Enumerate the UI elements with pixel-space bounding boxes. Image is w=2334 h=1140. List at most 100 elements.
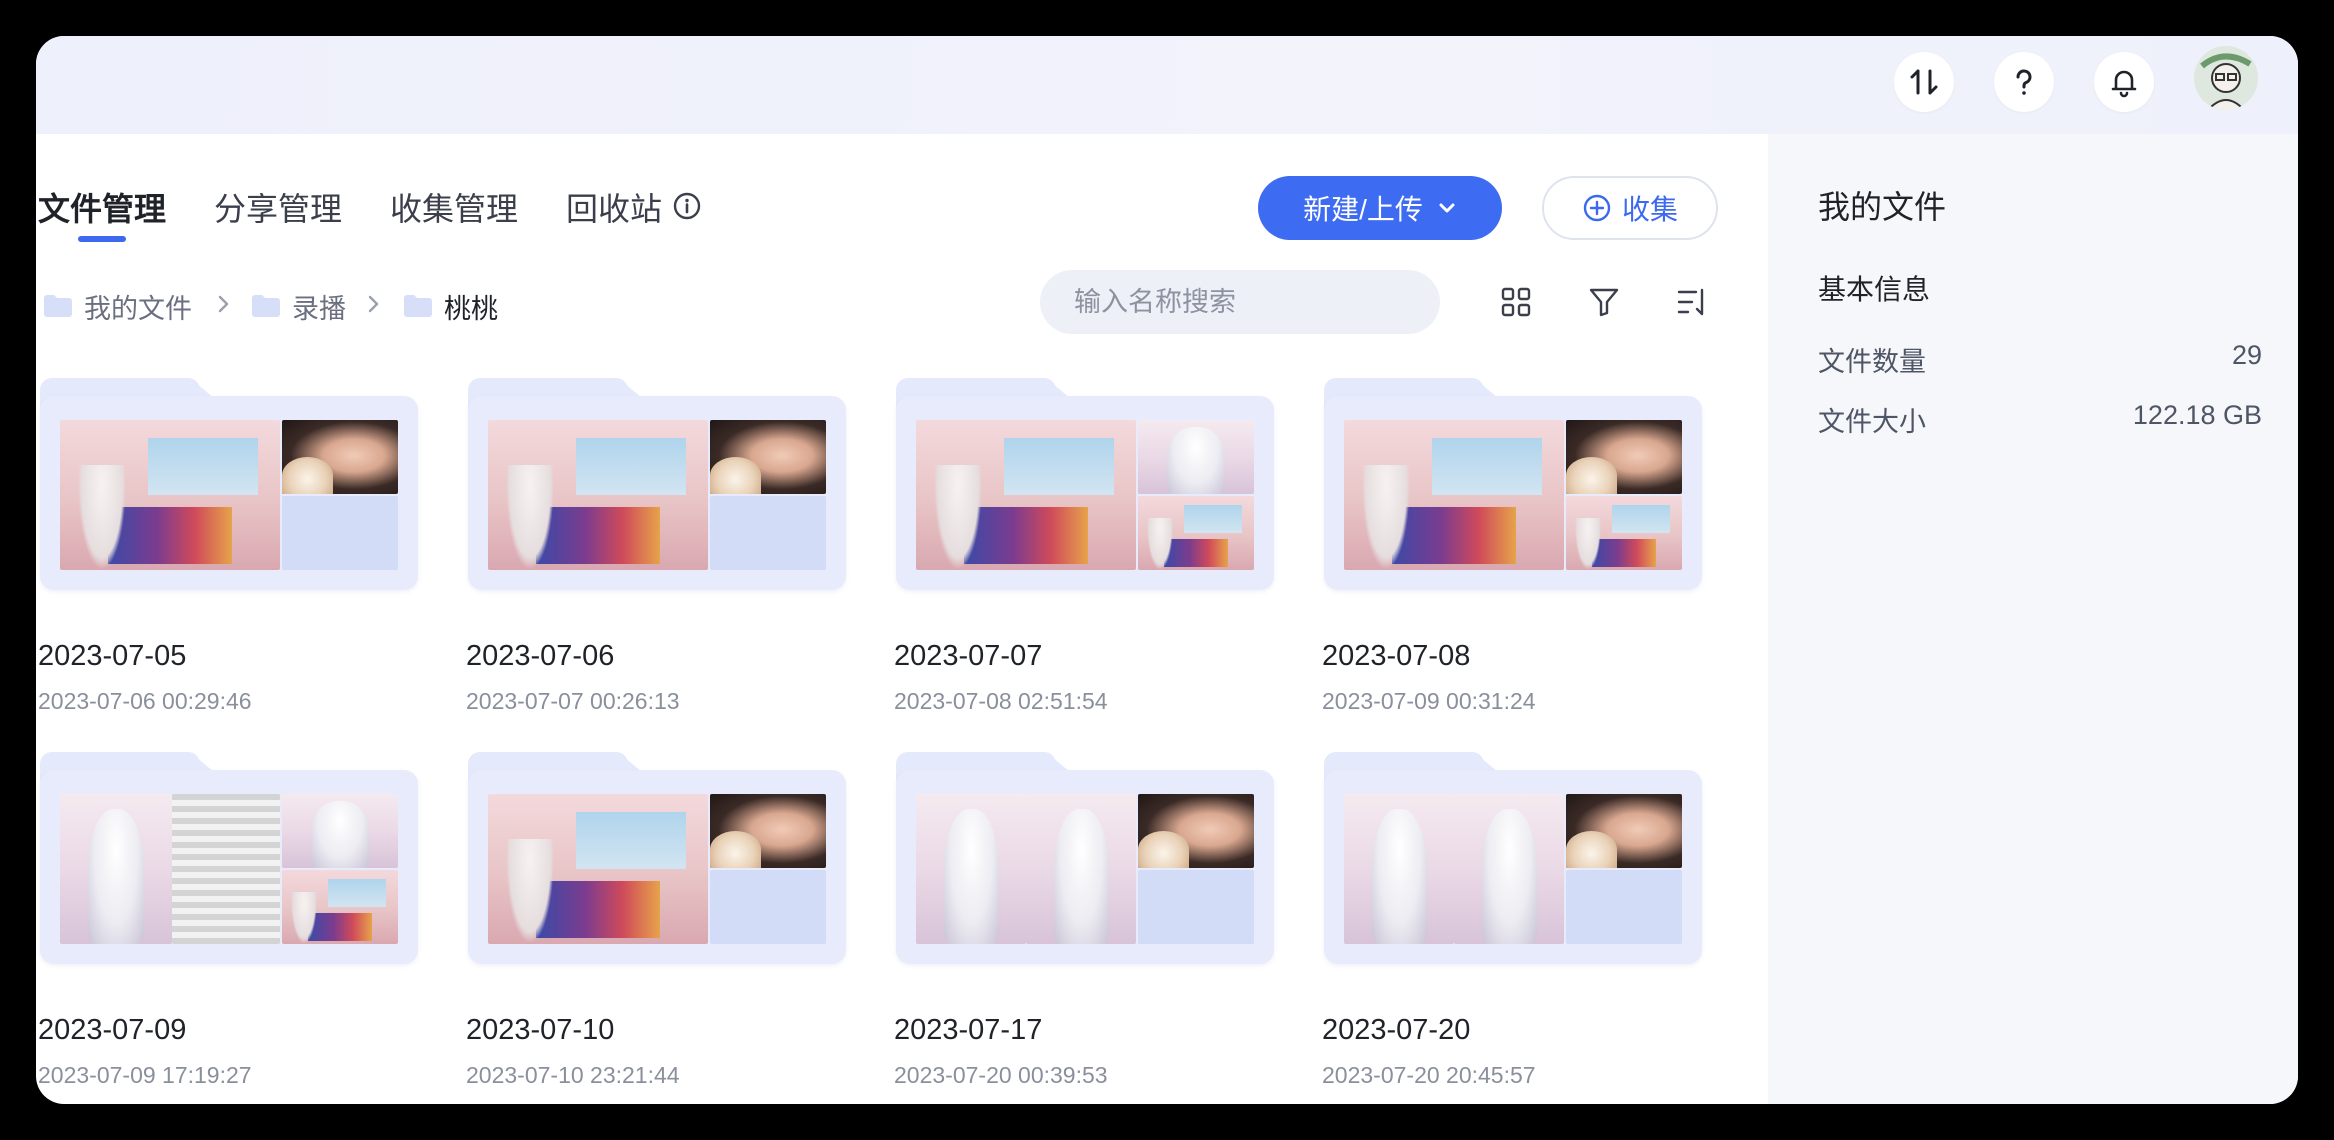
folder-thumbnail	[60, 794, 172, 944]
collect-label: 收集	[1621, 194, 1678, 225]
folder-thumbnail	[282, 870, 398, 944]
folder-thumbnail	[1566, 794, 1682, 868]
new-upload-button[interactable]: 新建/上传	[1258, 176, 1502, 240]
folder-icon	[404, 295, 432, 317]
folder-thumbnail	[1454, 794, 1564, 944]
tab-file-management[interactable]: 文件管理	[38, 184, 166, 230]
folder-thumbnail	[488, 794, 708, 944]
search-input[interactable]	[1072, 285, 1430, 319]
folder-card[interactable]	[1324, 378, 1702, 624]
folder-thumbnail	[916, 420, 1136, 570]
folder-card[interactable]	[40, 378, 418, 624]
folder-thumbnail	[1566, 420, 1682, 494]
folder-body	[1324, 396, 1702, 590]
breadcrumb-label: 录播	[292, 293, 346, 324]
folder-body	[896, 396, 1274, 590]
folder-body	[468, 396, 846, 590]
breadcrumb-item-recordings[interactable]: 录播	[252, 286, 346, 326]
folder-name[interactable]: 2023-07-07	[894, 640, 1042, 673]
dog-overlay	[1566, 831, 1618, 868]
grid-view-icon[interactable]	[1496, 282, 1536, 322]
help-icon[interactable]	[1994, 52, 2054, 112]
folder-icon	[252, 295, 280, 317]
folder-name[interactable]: 2023-07-10	[466, 1014, 614, 1047]
file-count-label: 文件数量	[1818, 347, 1926, 377]
plus-circle-icon	[1583, 194, 1611, 222]
folder-thumbnail	[916, 794, 1026, 944]
folder-thumbnail	[282, 420, 398, 494]
breadcrumb-label: 我的文件	[84, 293, 192, 324]
folder-thumbnail	[282, 794, 398, 868]
tab-share-management[interactable]: 分享管理	[214, 184, 342, 230]
folder-name[interactable]: 2023-07-17	[894, 1014, 1042, 1047]
folder-modified-date: 2023-07-08 02:51:54	[894, 688, 1108, 714]
folder-thumbnail	[1566, 496, 1682, 570]
file-size-value: 122.18 GB	[2132, 400, 2262, 430]
tab-collect-management[interactable]: 收集管理	[390, 184, 518, 230]
folder-modified-date: 2023-07-09 17:19:27	[38, 1062, 252, 1088]
game-overlay	[536, 881, 660, 938]
folder-modified-date: 2023-07-07 00:26:13	[466, 688, 680, 714]
folder-thumbnail	[710, 420, 826, 494]
folder-name[interactable]: 2023-07-06	[466, 640, 614, 673]
breadcrumb-item-my-files[interactable]: 我的文件	[44, 286, 192, 326]
folder-card[interactable]	[896, 378, 1274, 624]
dog-overlay	[710, 457, 762, 494]
bell-icon[interactable]	[2094, 52, 2154, 112]
folder-body	[40, 770, 418, 964]
folder-card[interactable]	[896, 752, 1274, 998]
transfer-icon[interactable]	[1894, 52, 1954, 112]
folder-thumbnail	[710, 794, 826, 868]
collect-button[interactable]: 收集	[1542, 176, 1718, 240]
chevron-right-icon	[364, 290, 384, 325]
folder-modified-date: 2023-07-09 00:31:24	[1322, 688, 1536, 714]
folder-thumbnail	[1138, 870, 1254, 944]
folder-name[interactable]: 2023-07-20	[1322, 1014, 1470, 1047]
search-box	[1040, 270, 1440, 334]
folder-thumbnail	[710, 496, 826, 570]
info-icon[interactable]	[672, 191, 702, 226]
info-section-title: 基本信息	[1818, 274, 1931, 305]
chevron-down-icon	[1439, 203, 1455, 213]
game-overlay	[1591, 538, 1657, 568]
breadcrumb-item-current: 桃桃	[404, 286, 498, 326]
folder-body	[468, 770, 846, 964]
folder-modified-date: 2023-07-20 00:39:53	[894, 1062, 1108, 1088]
folder-modified-date: 2023-07-06 00:29:46	[38, 688, 252, 714]
chevron-right-icon	[214, 290, 234, 325]
folder-thumbnail	[1344, 794, 1454, 944]
sort-icon[interactable]	[1672, 282, 1712, 322]
info-panel-title: 我的文件	[1818, 189, 1947, 225]
folder-card[interactable]	[1324, 752, 1702, 998]
top-bar	[36, 36, 2298, 134]
folder-thumbnail	[710, 870, 826, 944]
folder-thumbnail	[1026, 794, 1136, 944]
breadcrumb-label: 桃桃	[444, 293, 498, 324]
folder-name[interactable]: 2023-07-05	[38, 640, 186, 673]
folder-name[interactable]: 2023-07-09	[38, 1014, 186, 1047]
user-avatar[interactable]	[2194, 46, 2258, 110]
file-count-value: 29	[2231, 340, 2262, 370]
folder-thumbnail	[172, 794, 280, 944]
new-upload-label: 新建/上传	[1303, 194, 1423, 225]
dog-overlay	[710, 831, 762, 868]
tab-recycle-bin[interactable]: 回收站	[566, 184, 662, 230]
folder-thumbnail	[1138, 420, 1254, 494]
folder-card[interactable]	[468, 752, 846, 998]
game-overlay	[1163, 538, 1229, 568]
filter-icon[interactable]	[1584, 282, 1624, 322]
folder-card[interactable]	[40, 752, 418, 998]
folder-card[interactable]	[468, 378, 846, 624]
folder-thumbnail	[488, 420, 708, 570]
folder-thumbnail	[60, 420, 280, 570]
folder-thumbnail	[1138, 496, 1254, 570]
folder-thumbnail	[282, 496, 398, 570]
folder-modified-date: 2023-07-10 23:21:44	[466, 1062, 680, 1088]
file-size-row: 文件大小 122.18 GB	[1818, 400, 2262, 439]
game-overlay	[536, 507, 660, 564]
file-size-label: 文件大小	[1818, 407, 1926, 437]
folder-thumbnail	[1138, 794, 1254, 868]
folder-name[interactable]: 2023-07-08	[1322, 640, 1470, 673]
folder-modified-date: 2023-07-20 20:45:57	[1322, 1062, 1536, 1088]
folder-thumbnail	[1344, 420, 1564, 570]
